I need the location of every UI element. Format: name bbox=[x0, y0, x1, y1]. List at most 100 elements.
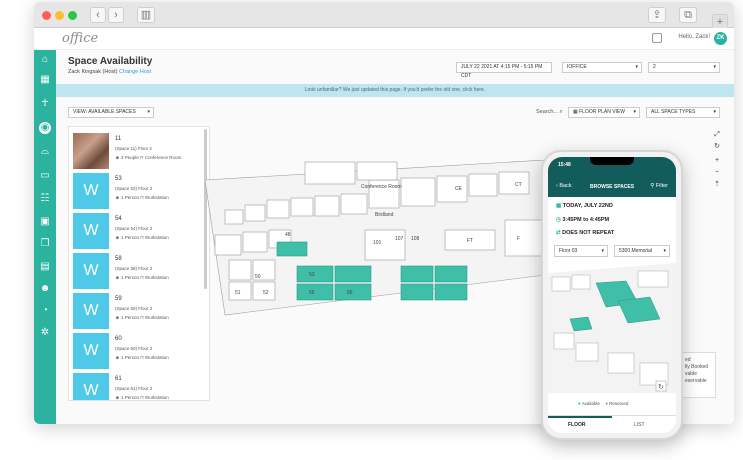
active-tab-indicator bbox=[548, 416, 612, 418]
phone-floor-value: Floor 03 bbox=[559, 248, 578, 254]
floor-select[interactable]: 2 ▾ bbox=[648, 62, 720, 73]
available-space-58[interactable] bbox=[400, 265, 434, 283]
compass-icon[interactable]: ◉ bbox=[39, 122, 51, 134]
documents-icon[interactable]: ❐ bbox=[39, 238, 51, 250]
rotate-icon: ↻ bbox=[714, 143, 720, 150]
capacity: 1 Person bbox=[121, 395, 140, 400]
phone-building-select[interactable]: 5300 Memorial ▾ bbox=[614, 245, 670, 257]
phone-filter-button[interactable]: ⚲ Filter bbox=[650, 183, 668, 189]
minimize-window-button[interactable] bbox=[55, 11, 64, 20]
caret-down-icon: ▾ bbox=[633, 109, 636, 115]
list-item[interactable]: W 53 (Space 53) Floor 2 ☻ 1 Person ⊓ Wor… bbox=[73, 173, 203, 211]
org-chart-icon[interactable]: ☷ bbox=[39, 193, 51, 205]
room bbox=[571, 274, 591, 290]
calendar-icon: ▦ bbox=[556, 203, 563, 209]
available-space-60[interactable] bbox=[400, 283, 434, 301]
package-icon[interactable]: ▣ bbox=[39, 216, 51, 228]
available-space-53[interactable] bbox=[296, 265, 334, 283]
forward-nav-button[interactable]: › bbox=[108, 7, 124, 23]
available-space-61[interactable] bbox=[434, 283, 468, 301]
list-item[interactable]: W 54 (Space 54) Floor 2 ☻ 1 Person ⊓ Wor… bbox=[73, 213, 203, 251]
space-name: 58 bbox=[115, 256, 122, 262]
page-title: Space Availability bbox=[68, 56, 153, 67]
avatar[interactable]: ZK bbox=[714, 32, 727, 45]
sidebar-toggle-button[interactable]: ▥ bbox=[137, 7, 155, 23]
share-button[interactable]: ⇪ bbox=[648, 7, 666, 23]
home-icon[interactable]: ⌂ bbox=[39, 54, 51, 66]
change-host-link[interactable]: Change Host bbox=[119, 69, 151, 75]
building-value: IOFFICE bbox=[567, 64, 587, 70]
map-label: 101 bbox=[373, 240, 382, 246]
capacity: 1 Person bbox=[121, 235, 140, 240]
tab-list[interactable]: LIST bbox=[634, 422, 645, 428]
space-meta: ☻ 1 Person ⊓ Workstation bbox=[115, 275, 169, 281]
map-label: 50 bbox=[255, 274, 261, 280]
expand-icon: ⤢ bbox=[714, 131, 720, 138]
list-item[interactable]: W 58 (Space 58) Floor 2 ☻ 1 Person ⊓ Wor… bbox=[73, 253, 203, 291]
room bbox=[436, 175, 468, 203]
status-time: 15:48 bbox=[558, 162, 571, 168]
plus-icon: + bbox=[714, 157, 720, 164]
view-filter-select[interactable]: VIEW: AVAILABLE SPACES ▾ bbox=[68, 107, 154, 118]
room bbox=[553, 332, 575, 350]
space-name: 59 bbox=[115, 296, 122, 302]
phone-floor-map[interactable]: ↻ bbox=[548, 263, 676, 393]
list-item[interactable]: 11 (Space 11) Floor 2 ☻ 3 People ⊓ Confe… bbox=[73, 133, 203, 171]
tabs-button[interactable]: ⧉ bbox=[679, 7, 697, 23]
space-subtitle: (Space 59) Floor 2 bbox=[115, 306, 153, 311]
map-rotate-button[interactable]: ↻ bbox=[712, 142, 722, 152]
list-item[interactable]: W 59 (Space 59) Floor 2 ☻ 1 Person ⊓ Wor… bbox=[73, 293, 203, 331]
available-space-55[interactable] bbox=[296, 283, 334, 301]
list-item[interactable]: W 61 (Space 61) Floor 2 ☻ 1 Person ⊓ Wor… bbox=[73, 373, 203, 400]
view-mode-select[interactable]: ▦ FLOOR PLAN VIEW ▾ bbox=[568, 107, 640, 118]
north-arrow-icon: ⇡ bbox=[714, 181, 720, 188]
update-banner[interactable]: Look unfamiliar? We just updated this pa… bbox=[56, 84, 734, 97]
available-space-54[interactable] bbox=[334, 265, 372, 283]
zoom-in-button[interactable]: + bbox=[712, 156, 722, 166]
tab-floor[interactable]: FLOOR bbox=[568, 422, 586, 428]
available-space-56[interactable] bbox=[334, 283, 372, 301]
phone-repeat-row[interactable]: ⇄ DOES NOT REPEAT bbox=[556, 230, 614, 236]
close-window-button[interactable] bbox=[42, 11, 51, 20]
available-space-59[interactable] bbox=[434, 265, 468, 283]
phone-available-space[interactable] bbox=[569, 316, 593, 332]
floor-plan-map[interactable]: 48 50 51 52 53 55 56 101 107 108 Confere… bbox=[205, 160, 585, 320]
id-card-icon[interactable]: ▤ bbox=[39, 261, 51, 273]
available-space-48[interactable] bbox=[276, 241, 308, 257]
caret-down-icon: ▾ bbox=[635, 64, 638, 70]
compass-button[interactable]: ⇡ bbox=[712, 180, 722, 190]
space-thumbnail: W bbox=[73, 333, 109, 369]
tabs-icon: ⧉ bbox=[684, 9, 692, 21]
caret-down-icon: ▾ bbox=[147, 109, 150, 115]
search-field[interactable]: Search... ⌕ bbox=[536, 109, 563, 116]
search-icon: ⌕ bbox=[559, 109, 563, 115]
people-icon[interactable]: ☻ bbox=[39, 283, 51, 295]
phone-time-row[interactable]: ◷ 3:45PM to 4:45PM bbox=[556, 217, 609, 223]
zoom-out-button[interactable]: − bbox=[712, 168, 722, 178]
map-label: CE bbox=[455, 186, 463, 192]
pie-chart-icon[interactable]: ◔ bbox=[39, 305, 51, 317]
chevron-right-icon: › bbox=[114, 9, 118, 21]
phone-back-button[interactable]: ‹ Back bbox=[556, 183, 572, 189]
buildings-icon[interactable]: ▦ bbox=[39, 74, 51, 86]
presentation-icon[interactable]: ▭ bbox=[39, 170, 51, 182]
building-select[interactable]: IOFFICE ▾ bbox=[562, 62, 642, 73]
room bbox=[364, 229, 406, 261]
help-icon[interactable] bbox=[652, 33, 662, 43]
room bbox=[224, 209, 244, 225]
space-meta: ☻ 3 People ⊓ Conference Room bbox=[115, 155, 181, 161]
date-range-select[interactable]: JULY 22 2021 AT 4:15 PM - 5:15 PM CDT bbox=[456, 62, 552, 79]
list-item[interactable]: W 60 (Space 60) Floor 2 ☻ 1 Person ⊓ Wor… bbox=[73, 333, 203, 371]
space-types-select[interactable]: ALL SPACE TYPES ▾ bbox=[646, 107, 720, 118]
map-fullscreen-button[interactable]: ⤢ bbox=[712, 130, 722, 140]
search-label: Search... bbox=[536, 109, 559, 115]
gear-icon[interactable]: ✲ bbox=[39, 327, 51, 339]
phone-floor-select[interactable]: Floor 03 ▾ bbox=[554, 245, 608, 257]
service-bell-icon[interactable]: ⌓ bbox=[39, 146, 51, 158]
phone-date-row[interactable]: ▦ TODAY, JULY 22ND bbox=[556, 203, 613, 209]
legend-reserved: Reserved bbox=[609, 401, 629, 406]
space-type: Workstation bbox=[145, 395, 169, 400]
maximize-window-button[interactable] bbox=[68, 11, 77, 20]
back-nav-button[interactable]: ‹ bbox=[90, 7, 106, 23]
runner-icon[interactable]: ☥ bbox=[39, 98, 51, 110]
